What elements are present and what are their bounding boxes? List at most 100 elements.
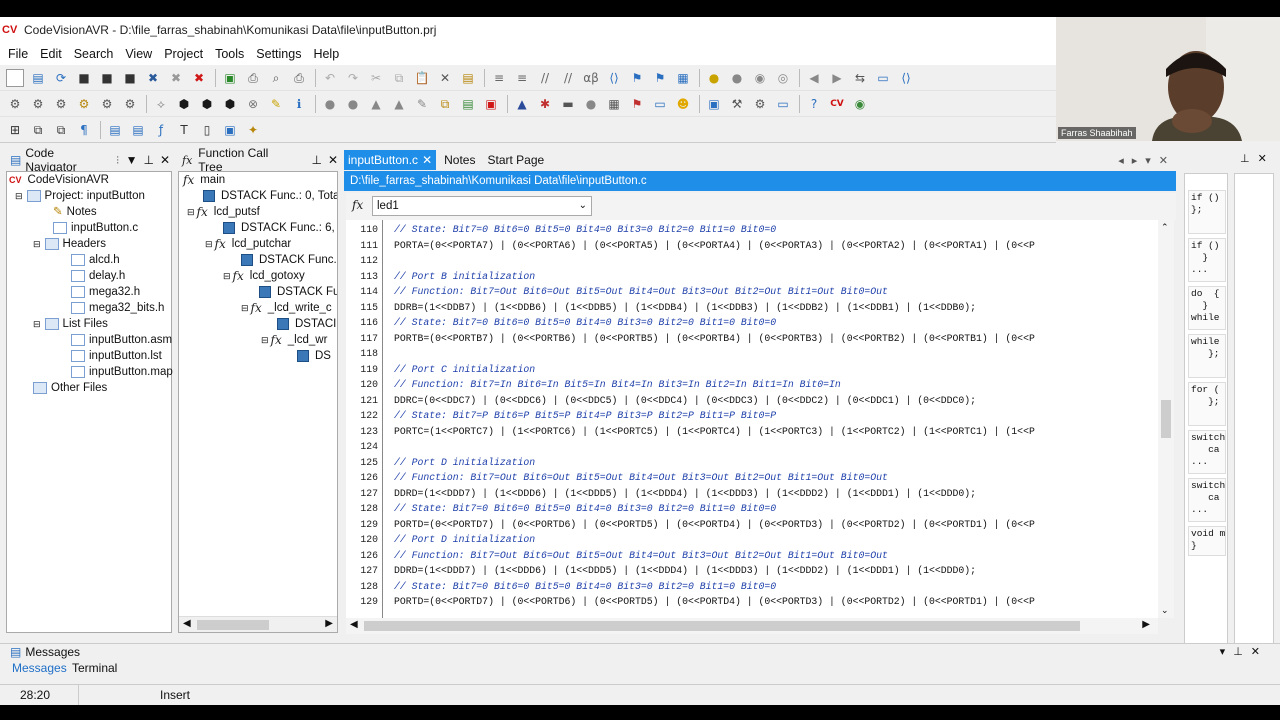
panel-menu-icon[interactable]: ⁝ bbox=[116, 153, 120, 167]
call-dstack[interactable]: DSTACK Func.: 0, Tota bbox=[203, 188, 337, 204]
call-main[interactable]: fx main bbox=[183, 172, 225, 188]
codewizard2-icon[interactable]: ⬢ bbox=[198, 95, 216, 113]
messages-controls[interactable]: ▾⊥✕ bbox=[1220, 645, 1268, 658]
call-node[interactable]: ⊟ fx _lcd_write_c bbox=[241, 300, 332, 316]
info-icon[interactable]: ℹ bbox=[290, 95, 308, 113]
menu-settings[interactable]: Settings bbox=[256, 47, 301, 61]
editor-vscrollbar[interactable]: ⌃ ⌄ bbox=[1158, 220, 1174, 618]
menu-project[interactable]: Project bbox=[164, 47, 203, 61]
open-file-icon[interactable]: ▤ bbox=[29, 69, 47, 87]
save-all-icon[interactable]: ■ bbox=[121, 69, 139, 87]
call-node[interactable]: ⊟ fx lcd_gotoxy bbox=[223, 268, 305, 284]
code-line[interactable]: 116 // State: Bit7=0 Bit6=0 Bit5=0 Bit4=0… bbox=[346, 315, 1158, 331]
call-node[interactable]: ⊟ fx lcd_putsf bbox=[187, 204, 260, 220]
bug-icon[interactable]: ✱ bbox=[536, 95, 554, 113]
codewizard-icon[interactable]: ⬢ bbox=[175, 95, 193, 113]
copy-icon[interactable]: ⧉ bbox=[390, 69, 408, 87]
scroll-thumb[interactable] bbox=[364, 621, 1080, 631]
tree-c-file[interactable]: inputButton.c bbox=[53, 220, 138, 236]
code-line[interactable]: 110 // State: Bit7=0 Bit6=0 Bit5=0 Bit4=0… bbox=[346, 222, 1158, 238]
collapse-icon[interactable]: ⊟ bbox=[205, 236, 213, 252]
print-preview-icon[interactable]: ▣ bbox=[221, 69, 239, 87]
configure-icon[interactable]: ⚙ bbox=[121, 95, 139, 113]
code-line[interactable]: 127 DDRD=(1<<DDD7) | (1<<DDD6) | (1<<DDD5… bbox=[346, 486, 1158, 502]
code-line[interactable]: 126 // Function: Bit7=Out Bit6=Out Bit5=O… bbox=[346, 548, 1158, 564]
snippet-item[interactable]: if () } ... bbox=[1188, 238, 1226, 282]
panel-pin-icon[interactable]: ⊥ bbox=[143, 153, 153, 167]
tab-terminal[interactable]: Terminal bbox=[72, 661, 117, 675]
close-icon[interactable]: ✖ bbox=[144, 69, 162, 87]
bookmark-next-icon[interactable]: ⚑ bbox=[651, 69, 669, 87]
tree-list-files[interactable]: ⊟ List Files bbox=[33, 316, 108, 332]
code-line[interactable]: 120 // Function: Bit7=In Bit6=In Bit5=In … bbox=[346, 377, 1158, 393]
collapse-icon[interactable]: ⊟ bbox=[223, 268, 231, 284]
check-syntax-icon[interactable]: ⟡ bbox=[152, 95, 170, 113]
code-line[interactable]: 125 // Port D initialization bbox=[346, 455, 1158, 471]
scroll-right-icon[interactable]: ▶ bbox=[325, 618, 333, 629]
copy2-icon[interactable]: ⧉ bbox=[436, 95, 454, 113]
record-icon[interactable]: ▣ bbox=[482, 95, 500, 113]
code-line[interactable]: 114 // Function: Bit7=Out Bit6=Out Bit5=O… bbox=[346, 284, 1158, 300]
forward-icon[interactable]: ▶ bbox=[828, 69, 846, 87]
call-dstack[interactable]: DS bbox=[297, 348, 331, 364]
back-icon[interactable]: ◀ bbox=[805, 69, 823, 87]
undo-icon[interactable]: ↶ bbox=[321, 69, 339, 87]
scroll-left-icon[interactable]: ◀ bbox=[350, 619, 358, 630]
tree-header-file[interactable]: mega32_bits.h bbox=[71, 300, 164, 316]
panel-close-icon[interactable]: ✕ bbox=[328, 153, 338, 167]
tab-notes[interactable]: Notes bbox=[440, 153, 479, 167]
tree-other-files[interactable]: Other Files bbox=[33, 380, 107, 396]
text-toggle-icon[interactable]: T bbox=[175, 121, 193, 139]
edit-icon[interactable]: ✎ bbox=[413, 95, 431, 113]
calltree-toggle-icon[interactable]: ƒ bbox=[152, 121, 170, 139]
globe-icon[interactable]: ◉ bbox=[851, 95, 869, 113]
warning2-icon[interactable]: ▲ bbox=[390, 95, 408, 113]
chip-programmer-icon[interactable]: ✎ bbox=[267, 95, 285, 113]
monitor-icon[interactable]: ▭ bbox=[651, 95, 669, 113]
find-icon[interactable]: ⌕ bbox=[267, 69, 285, 87]
make-icon[interactable]: ⚙ bbox=[75, 95, 93, 113]
tree-headers[interactable]: ⊟ Headers bbox=[33, 236, 106, 252]
circle-icon[interactable]: ● bbox=[582, 95, 600, 113]
scroll-down-icon[interactable]: ⌄ bbox=[1161, 605, 1169, 616]
code-line[interactable]: 123 PORTC=(1<<PORTC7) | (1<<PORTC6) | (1<… bbox=[346, 424, 1158, 440]
programmer-icon[interactable]: ◉ bbox=[751, 69, 769, 87]
keyboard-icon[interactable]: ▭ bbox=[874, 69, 892, 87]
case-icon[interactable]: αβ bbox=[582, 69, 600, 87]
stop-icon[interactable]: ⊗ bbox=[244, 95, 262, 113]
terminal-icon[interactable]: ◎ bbox=[774, 69, 792, 87]
tab-messages[interactable]: Messages bbox=[12, 661, 67, 675]
code-line[interactable]: 127 DDRD=(1<<DDD7) | (1<<DDD6) | (1<<DDD5… bbox=[346, 563, 1158, 579]
tree-list-item[interactable]: inputButton.map bbox=[71, 364, 173, 380]
snippet-item[interactable]: do { } while bbox=[1188, 286, 1226, 330]
code-line[interactable]: 126 // Function: Bit7=Out Bit6=Out Bit5=O… bbox=[346, 470, 1158, 486]
code-line[interactable]: 117 PORTB=(0<<PORTB7) | (0<<PORTB6) | (0<… bbox=[346, 331, 1158, 347]
chip-icon[interactable]: ● bbox=[705, 69, 723, 87]
warning-icon[interactable]: ▲ bbox=[367, 95, 385, 113]
collapse-icon[interactable]: ⊟ bbox=[187, 204, 195, 220]
window-cascade-icon[interactable]: ⧉ bbox=[52, 121, 70, 139]
clipboard-icon[interactable]: ▤ bbox=[459, 69, 477, 87]
snippet-item[interactable]: if () }; bbox=[1188, 190, 1226, 234]
tab-inputbutton-c[interactable]: inputButton.c ✕ bbox=[344, 150, 437, 170]
window-tile-icon[interactable]: ⧉ bbox=[29, 121, 47, 139]
close-project-icon[interactable]: ✖ bbox=[190, 69, 208, 87]
window-icon[interactable]: ▣ bbox=[705, 95, 723, 113]
code-line[interactable]: 112 bbox=[346, 253, 1158, 269]
save-as-icon[interactable]: ■ bbox=[98, 69, 116, 87]
snippet-item[interactable]: void m } bbox=[1188, 526, 1226, 556]
snippet-item[interactable]: switch ca ... bbox=[1188, 430, 1226, 474]
menu-edit[interactable]: Edit bbox=[40, 47, 62, 61]
menu-help[interactable]: Help bbox=[313, 47, 339, 61]
new-file-icon[interactable] bbox=[6, 68, 24, 87]
comment-icon[interactable]: // bbox=[536, 69, 554, 87]
snippet-item[interactable]: while }; bbox=[1188, 334, 1226, 378]
code-line[interactable]: 128 // State: Bit7=0 Bit6=0 Bit5=0 Bit4=0… bbox=[346, 579, 1158, 595]
smiley-icon[interactable]: ☻ bbox=[674, 95, 692, 113]
code-line[interactable]: 124 bbox=[346, 439, 1158, 455]
paragraph-icon[interactable]: ¶ bbox=[75, 121, 93, 139]
match-brace-icon[interactable]: ⟨⟩ bbox=[605, 69, 623, 87]
code-line[interactable]: 121 DDRC=(0<<DDC7) | (0<<DDC6) | (0<<DDC5… bbox=[346, 393, 1158, 409]
code-line[interactable]: 115 DDRB=(1<<DDB7) | (1<<DDB6) | (1<<DDB5… bbox=[346, 300, 1158, 316]
scroll-left-icon[interactable]: ◀ bbox=[183, 618, 191, 629]
